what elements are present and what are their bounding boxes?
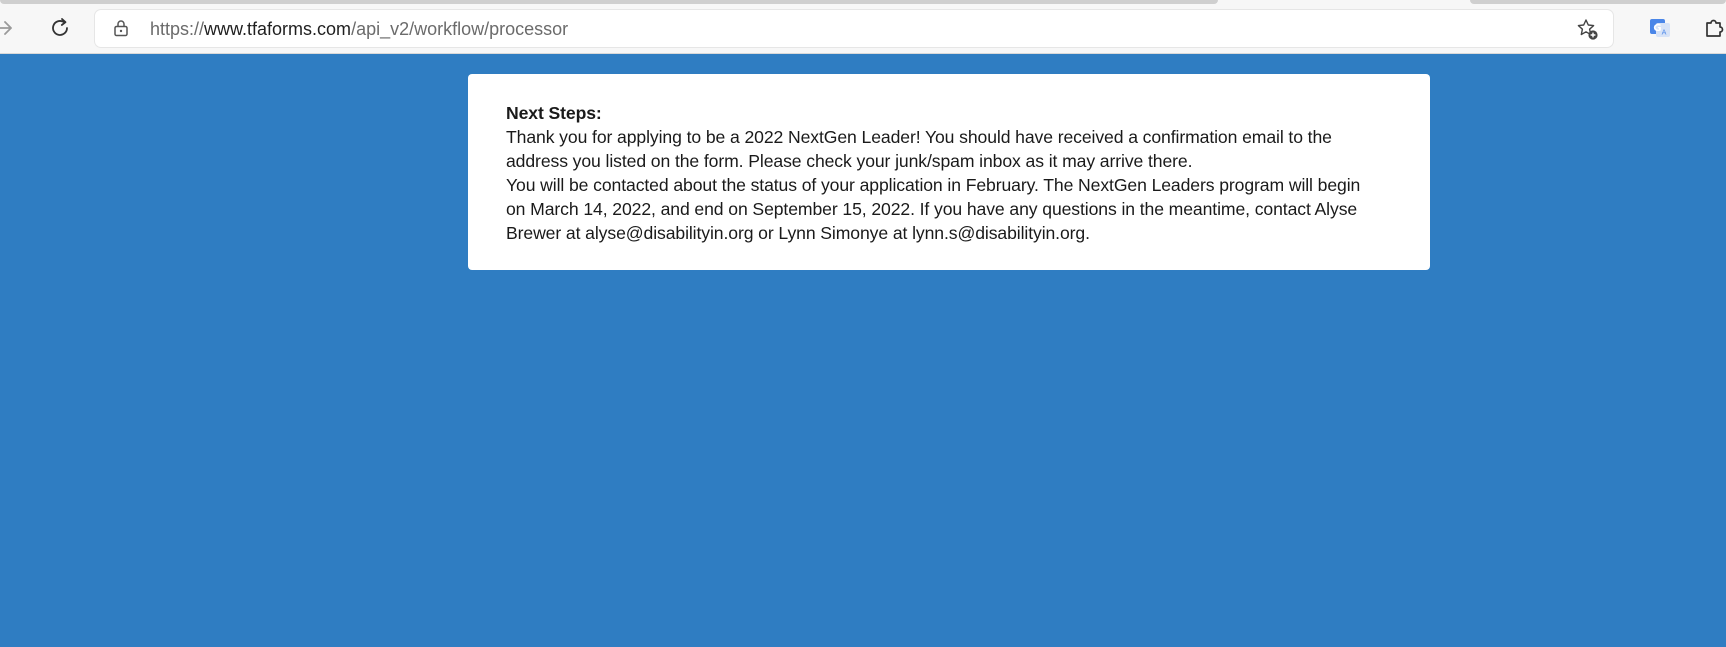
url-text[interactable]: https://www.tfaforms.com/api_v2/workflow…	[150, 18, 568, 40]
contact-text-line-2: on March 14, 2022, and end on September …	[506, 199, 1358, 219]
favorite-add-icon[interactable]	[1575, 17, 1599, 41]
url-path: /api_v2/workflow/processor	[351, 19, 569, 39]
confirmation-text-line-1: Thank you for applying to be a 2022 Next…	[506, 127, 1332, 147]
contact-text-line-3: Brewer at alyse@disabilityin.org or Lynn…	[506, 223, 1090, 243]
url-host: www.tfaforms.com	[204, 19, 352, 39]
tab-strip	[0, 0, 1218, 4]
reload-icon[interactable]	[46, 14, 74, 42]
address-bar[interactable]: https://www.tfaforms.com/api_v2/workflow…	[95, 10, 1613, 47]
svg-text:G: G	[1653, 23, 1661, 34]
lock-icon[interactable]	[111, 18, 131, 38]
url-scheme: https://	[150, 19, 205, 39]
next-steps-heading: Next Steps:	[506, 103, 602, 123]
tab-strip	[1470, 0, 1726, 4]
svg-text:A: A	[1662, 29, 1667, 37]
extensions-icon[interactable]	[1700, 14, 1726, 42]
confirmation-text-line-2: address you listed on the form. Please c…	[506, 151, 1193, 171]
translate-icon[interactable]: G A	[1646, 14, 1674, 42]
browser-toolbar: https://www.tfaforms.com/api_v2/workflow…	[0, 0, 1726, 54]
forward-icon[interactable]	[0, 14, 18, 42]
next-steps-card: Next Steps: Thank you for applying to be…	[468, 74, 1430, 270]
contact-text-line-1: You will be contacted about the status o…	[506, 175, 1361, 195]
